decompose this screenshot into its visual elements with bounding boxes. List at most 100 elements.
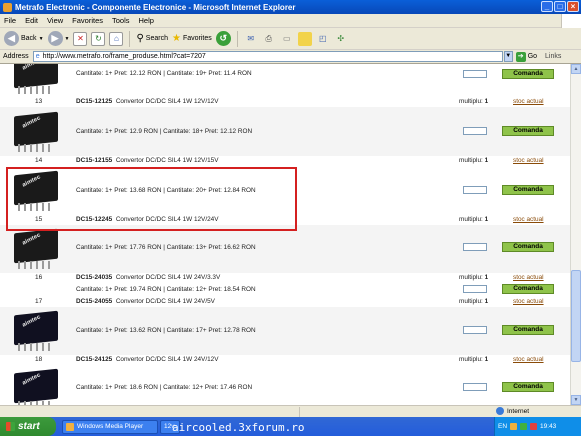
refresh-button[interactable]: ↻: [91, 31, 106, 46]
stock-link[interactable]: stoc actual: [513, 157, 544, 164]
order-button[interactable]: Comanda: [502, 69, 554, 79]
watermark-text: aircooled.3xforum.ro: [172, 421, 305, 434]
quantity-input[interactable]: [463, 127, 487, 135]
scroll-thumb[interactable]: [571, 270, 581, 362]
stock-link[interactable]: stoc actual: [513, 274, 544, 281]
menu-help[interactable]: Help: [139, 16, 154, 25]
taskbar-item-media-player[interactable]: Windows Media Player: [62, 419, 158, 434]
product-row: aimtec Cantitate: 1+ Pret: 17.76 RON | C…: [0, 225, 570, 273]
tray-icon[interactable]: [520, 423, 528, 430]
maximize-button[interactable]: □: [554, 1, 566, 12]
home-button[interactable]: ⌂: [109, 31, 124, 46]
product-row: Cantitate: 1+ Pret: 19.74 RON | Cantitat…: [0, 283, 570, 297]
row-index: 13: [35, 98, 43, 105]
product-code: DC15-24035 Convertor DC/DC SIL4 1W 24V/3…: [76, 274, 221, 281]
menu-file[interactable]: File: [4, 16, 16, 25]
back-arrow-icon: ◀: [4, 31, 19, 46]
product-row: aimtec Cantitate: 1+ Pret: 12.9 RON | Ca…: [0, 107, 570, 156]
multiple-label: multiplu: 1: [459, 98, 489, 105]
scroll-down-button[interactable]: ▼: [571, 395, 581, 405]
favorites-button[interactable]: ★ Favorites: [172, 33, 212, 44]
product-code: DC15-12125 Convertor DC/DC SIL4 1W 12V/1…: [76, 98, 219, 105]
title-bar: Metrafo Electronic - Componente Electron…: [0, 0, 581, 14]
menu-favorites[interactable]: Favorites: [72, 16, 103, 25]
row-index: 18: [35, 356, 43, 363]
quantity-input[interactable]: [463, 186, 487, 194]
multiple-label: multiplu: 1: [459, 274, 489, 281]
order-button[interactable]: Comanda: [502, 126, 554, 136]
order-button[interactable]: Comanda: [502, 284, 554, 294]
price-line: Cantitate: 1+ Pret: 19.74 RON | Cantitat…: [76, 286, 256, 293]
history-icon[interactable]: ↺: [215, 31, 231, 46]
scroll-up-button[interactable]: ▲: [571, 64, 581, 74]
window-controls: _ □ ×: [541, 1, 579, 12]
menu-view[interactable]: View: [47, 16, 63, 25]
discuss-icon[interactable]: ◰: [316, 32, 330, 46]
chevron-down-icon: ▼: [38, 35, 44, 42]
search-button[interactable]: ⚲ Search: [136, 33, 168, 44]
product-row: aimtec Cantitate: 1+ Pret: 18.6 RON | Ca…: [0, 365, 570, 405]
vertical-scrollbar[interactable]: ▲ ▼: [570, 64, 581, 405]
product-row: aimtec Cantitate: 1+ Pret: 12.12 RON | C…: [0, 64, 570, 98]
windows-flag-icon: [6, 422, 15, 431]
messenger-icon[interactable]: [297, 31, 312, 46]
tray-icon[interactable]: [510, 423, 518, 430]
price-line: Cantitate: 1+ Pret: 17.76 RON | Cantitat…: [76, 244, 256, 251]
multiple-label: multiplu: 1: [459, 157, 489, 164]
mail-icon[interactable]: ✉: [244, 32, 258, 46]
product-header-row: 14 DC15-12155 Convertor DC/DC SIL4 1W 12…: [0, 157, 570, 165]
address-input[interactable]: e http://www.metrafo.ro/frame_produse.ht…: [32, 51, 503, 62]
research-icon[interactable]: ✣: [334, 32, 348, 46]
address-bar: Address e http://www.metrafo.ro/frame_pr…: [0, 50, 581, 64]
order-button[interactable]: Comanda: [502, 325, 554, 335]
price-line: Cantitate: 1+ Pret: 12.12 RON | Cantitat…: [76, 70, 252, 77]
close-button[interactable]: ×: [567, 1, 579, 12]
minimize-button[interactable]: _: [541, 1, 553, 12]
quantity-input[interactable]: [463, 326, 487, 334]
quantity-input[interactable]: [463, 285, 487, 293]
star-icon: ★: [171, 33, 181, 44]
stock-link[interactable]: stoc actual: [513, 98, 544, 105]
tray-icon[interactable]: [530, 423, 538, 430]
product-row: aimtec Cantitate: 1+ Pret: 13.62 RON | C…: [0, 307, 570, 355]
toolbar-separator: [236, 30, 238, 47]
stock-link[interactable]: stoc actual: [513, 298, 544, 305]
menu-tools[interactable]: Tools: [112, 16, 130, 25]
order-button[interactable]: Comanda: [502, 242, 554, 252]
menu-edit[interactable]: Edit: [25, 16, 38, 25]
order-button[interactable]: Comanda: [502, 382, 554, 392]
toolbar-separator: [129, 30, 131, 47]
stock-link[interactable]: stoc actual: [513, 356, 544, 363]
media-player-icon: [66, 422, 74, 431]
product-header-row: 17 DC15-24055 Convertor DC/DC SIL4 1W 24…: [0, 298, 570, 306]
links-button[interactable]: Links: [545, 53, 561, 60]
multiple-label: multiplu: 1: [459, 298, 489, 305]
language-indicator[interactable]: EN: [498, 423, 507, 430]
address-label: Address: [3, 53, 29, 60]
go-button[interactable]: ➔ Go: [515, 51, 537, 62]
edit-icon[interactable]: ▭: [280, 32, 294, 46]
forward-arrow-icon: ▶: [47, 31, 63, 46]
print-icon[interactable]: ⎙: [262, 32, 276, 46]
multiple-label: multiplu: 1: [459, 216, 489, 223]
product-code: DC15-24055 Convertor DC/DC SIL4 1W 24V/5…: [76, 298, 215, 305]
clock: 19:43: [540, 423, 557, 430]
quantity-input[interactable]: [463, 70, 487, 78]
stop-button[interactable]: ✕: [73, 31, 88, 46]
quantity-input[interactable]: [463, 383, 487, 391]
stock-link[interactable]: stoc actual: [513, 216, 544, 223]
product-image: aimtec: [8, 307, 65, 354]
go-arrow-icon: ➔: [515, 51, 526, 62]
back-button[interactable]: ◀ Back ▼: [4, 31, 44, 46]
quantity-input[interactable]: [463, 243, 487, 251]
start-button[interactable]: start: [0, 417, 56, 436]
status-text: [0, 406, 300, 417]
menu-bar: File Edit View Favorites Tools Help: [0, 14, 581, 28]
order-button[interactable]: Comanda: [502, 185, 554, 195]
product-header-row: 13 DC15-12125 Convertor DC/DC SIL4 1W 12…: [0, 98, 570, 106]
forward-button[interactable]: ▶ ▼: [47, 31, 69, 46]
row-index: 14: [35, 157, 43, 164]
address-dropdown[interactable]: ▼: [503, 51, 513, 62]
status-bar: Internet: [0, 405, 581, 417]
window-title: Metrafo Electronic - Componente Electron…: [15, 2, 296, 12]
